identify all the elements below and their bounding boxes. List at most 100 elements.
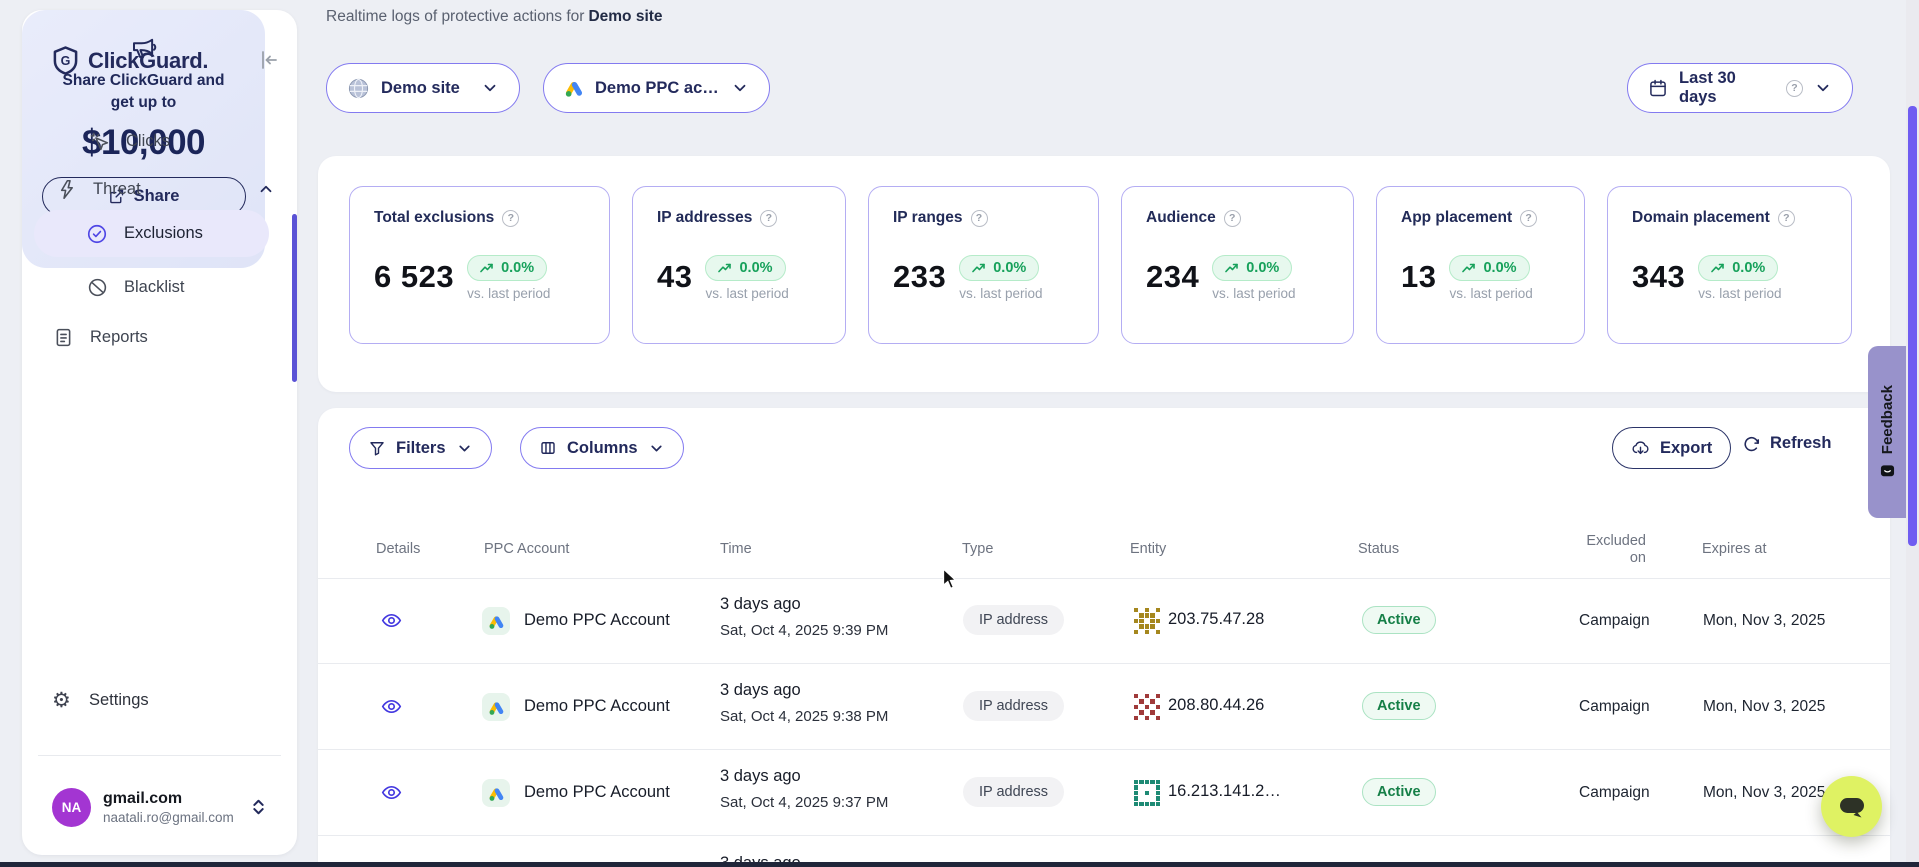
brand-name: ClickGuard. xyxy=(88,48,208,74)
prohibited-icon xyxy=(86,276,108,298)
sidebar-item-label: Blacklist xyxy=(124,278,185,297)
sidebar-item-exclusions[interactable]: Exclusions xyxy=(34,210,269,257)
stat-card-ip-addresses: IP addresses? 43 0.0% vs. last period xyxy=(632,186,846,344)
time-relative-cell: 3 days ago xyxy=(720,595,801,614)
time-absolute-cell: Sat, Oct 4, 2025 9:39 PM xyxy=(720,622,888,639)
stat-card-app-placement: App placement? 13 0.0% vs. last period xyxy=(1376,186,1585,344)
excluded-on-cell: Campaign xyxy=(1579,698,1650,716)
trend-up-icon xyxy=(1225,262,1240,274)
refresh-button[interactable]: Refresh xyxy=(1742,434,1831,453)
sidebar-item-settings[interactable]: ⚙ Settings xyxy=(52,688,149,713)
sidebar-item-threat[interactable]: Threat xyxy=(55,170,275,208)
export-button[interactable]: Export xyxy=(1612,427,1731,469)
sidebar-item-clicks[interactable]: Clicks xyxy=(88,122,170,160)
stat-value: 43 xyxy=(657,261,692,292)
excluded-on-cell: Campaign xyxy=(1579,784,1650,802)
time-relative-cell: 3 days ago xyxy=(720,767,801,786)
filters-button[interactable]: Filters xyxy=(349,427,492,469)
status-badge: Active xyxy=(1362,692,1436,720)
filters-button-label: Filters xyxy=(396,439,446,458)
brand-logo[interactable]: G ClickGuard. xyxy=(52,46,208,75)
column-header-details[interactable]: Details xyxy=(376,541,420,557)
settings-label: Settings xyxy=(89,691,149,710)
trend-value: 0.0% xyxy=(993,260,1026,276)
column-header-expires-at[interactable]: Expires at xyxy=(1702,541,1766,557)
stats-row: Total exclusions? 6 523 0.0% vs. last pe… xyxy=(349,186,1852,344)
funnel-icon xyxy=(368,439,386,457)
table-row[interactable]: Demo PPC Account 3 days ago Sat, Oct 4, … xyxy=(318,750,1890,836)
chevron-down-icon xyxy=(1814,79,1832,97)
sidebar-collapse-icon[interactable] xyxy=(256,48,280,72)
stat-label: Total exclusions xyxy=(374,209,494,227)
help-icon: ? xyxy=(760,210,777,227)
columns-button[interactable]: Columns xyxy=(520,427,684,469)
feedback-tab[interactable]: Feedback xyxy=(1868,346,1906,518)
entity-cell: 16.213.141.2… xyxy=(1168,782,1281,801)
column-header-status[interactable]: Status xyxy=(1358,541,1399,557)
subtitle-site-name: Demo site xyxy=(588,8,662,25)
sidebar-item-reports[interactable]: Reports xyxy=(52,318,148,356)
entity-identicon xyxy=(1134,694,1160,720)
help-icon: ? xyxy=(502,210,519,227)
help-icon: ? xyxy=(1520,210,1537,227)
column-header-time[interactable]: Time xyxy=(720,541,752,557)
ppc-account-selector-dropdown[interactable]: Demo PPC ac… xyxy=(543,63,770,113)
entity-identicon xyxy=(1134,780,1160,806)
stat-label: Domain placement xyxy=(1632,209,1770,227)
export-button-label: Export xyxy=(1660,439,1712,458)
table-row[interactable]: Demo PPC Account 3 days ago Sat, Oct 4, … xyxy=(318,578,1890,664)
sidebar-scrollbar[interactable] xyxy=(292,214,297,382)
view-details-eye-icon[interactable] xyxy=(380,782,404,804)
view-details-eye-icon[interactable] xyxy=(380,610,404,632)
stat-value: 233 xyxy=(893,261,946,292)
user-email: naatali.ro@gmail.com xyxy=(103,810,234,825)
trend-caption: vs. last period xyxy=(467,286,550,301)
unfold-chevrons-icon xyxy=(250,797,267,817)
type-badge: IP address xyxy=(963,605,1064,635)
subtitle-prefix: Realtime logs of protective actions for xyxy=(326,8,584,25)
chat-launcher-button[interactable] xyxy=(1821,776,1882,837)
type-badge: IP address xyxy=(963,691,1064,721)
trend-value: 0.0% xyxy=(501,260,534,276)
stat-value: 6 523 xyxy=(374,261,454,292)
sidebar-item-label: Reports xyxy=(90,328,148,347)
lightning-icon xyxy=(55,178,77,200)
stat-value: 343 xyxy=(1632,261,1685,292)
time-absolute-cell: Sat, Oct 4, 2025 9:38 PM xyxy=(720,708,888,725)
trend-caption: vs. last period xyxy=(1212,286,1295,301)
trend-up-icon xyxy=(972,262,987,274)
feedback-tab-label: Feedback xyxy=(1879,385,1896,454)
page-subtitle: Realtime logs of protective actions forD… xyxy=(326,8,663,26)
exclusions-table-panel: Filters Columns Export Refresh Details P… xyxy=(318,408,1890,867)
stat-label: IP addresses xyxy=(657,209,752,227)
date-range-dropdown[interactable]: Last 30 days ? xyxy=(1627,63,1853,113)
svg-text:G: G xyxy=(61,54,71,68)
trend-value: 0.0% xyxy=(1246,260,1279,276)
help-icon: ? xyxy=(1224,210,1241,227)
column-header-type[interactable]: Type xyxy=(962,541,993,557)
avatar: NA xyxy=(52,788,91,827)
chevron-down-icon xyxy=(648,440,665,457)
column-header-excluded-on[interactable]: Excluded on xyxy=(1574,533,1646,567)
view-details-eye-icon[interactable] xyxy=(380,696,404,718)
sidebar-item-label: Threat xyxy=(93,180,141,199)
column-header-ppc-account[interactable]: PPC Account xyxy=(484,541,569,557)
page-scrollbar-thumb[interactable] xyxy=(1908,106,1917,546)
site-selector-dropdown[interactable]: Demo site xyxy=(326,63,520,113)
entity-cell: 203.75.47.28 xyxy=(1168,610,1264,629)
cloud-download-icon xyxy=(1631,439,1650,458)
column-header-entity[interactable]: Entity xyxy=(1130,541,1166,557)
entity-identicon xyxy=(1134,608,1160,634)
bottom-edge-bar xyxy=(0,862,1919,867)
sidebar-item-label: Clicks xyxy=(126,132,170,151)
trend-up-icon xyxy=(718,262,733,274)
ppc-account-cell: Demo PPC Account xyxy=(524,611,670,630)
expires-at-cell: Mon, Nov 3, 2025 xyxy=(1703,612,1825,630)
sidebar-item-blacklist[interactable]: Blacklist xyxy=(86,268,185,306)
user-account-switcher[interactable]: NA gmail.com naatali.ro@gmail.com xyxy=(38,778,281,836)
table-row[interactable]: Demo PPC Account 3 days ago Sat, Oct 4, … xyxy=(318,664,1890,750)
columns-button-label: Columns xyxy=(567,439,638,458)
excluded-on-cell: Campaign xyxy=(1579,612,1650,630)
trend-caption: vs. last period xyxy=(1449,286,1532,301)
document-icon xyxy=(52,326,74,348)
